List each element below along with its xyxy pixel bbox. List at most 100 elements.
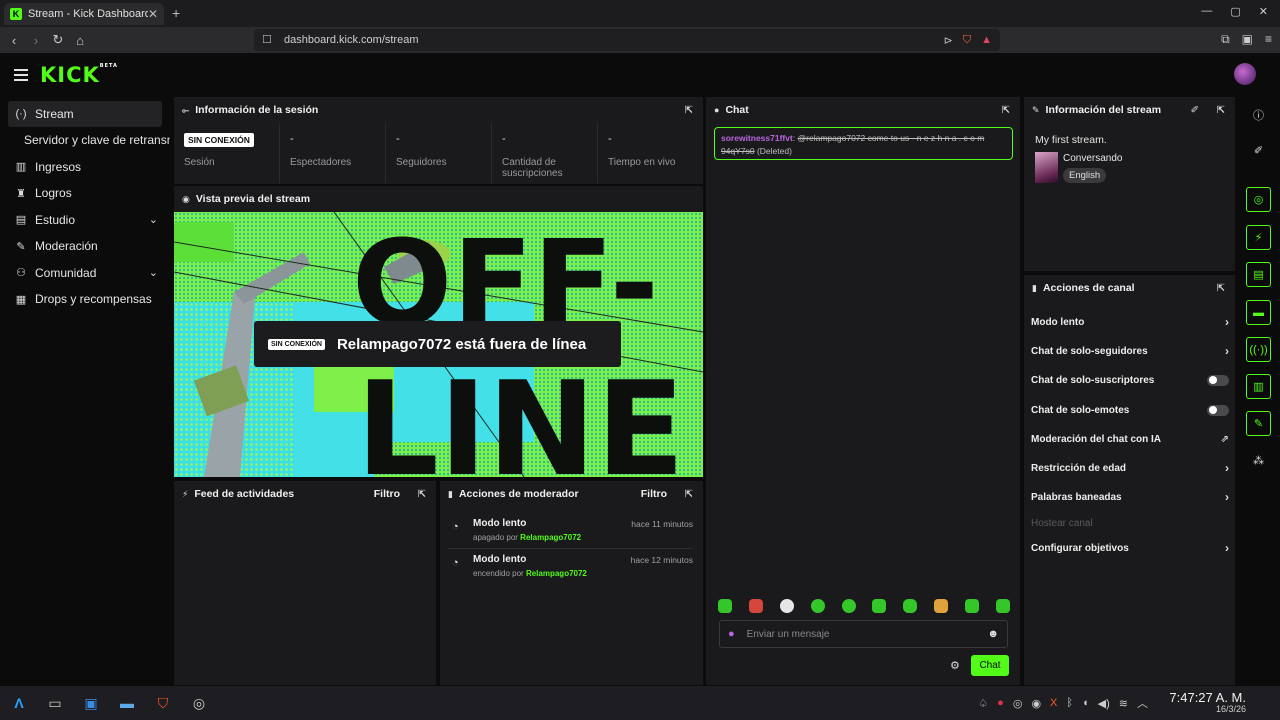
volume-icon[interactable]: ◀) <box>1098 697 1110 710</box>
chat-input[interactable]: ● Enviar un mensaje ☻ <box>719 620 1008 648</box>
panel-icon[interactable]: ▭ <box>44 692 66 714</box>
emote-icon[interactable] <box>748 599 763 613</box>
new-tab-icon[interactable]: + <box>172 5 180 21</box>
action-slow-mode[interactable]: Modo lento › <box>1031 312 1229 332</box>
action-configure-goals[interactable]: Configurar objetivos › <box>1031 538 1229 558</box>
brave-shield-icon[interactable]: ⛉ <box>963 34 971 47</box>
layout-icon[interactable]: ▥ <box>1246 374 1271 399</box>
sidebar-item-achievements[interactable]: ♜ Logros <box>0 180 170 207</box>
chat-bubble-icon[interactable]: ▬ <box>1246 300 1271 325</box>
action-followers-only[interactable]: Chat de solo-seguidores › <box>1031 341 1229 361</box>
action-label: Palabras baneadas <box>1031 491 1122 503</box>
wrench-icon[interactable]: ✎ <box>1246 411 1271 436</box>
sidebar-item-stream[interactable]: (·) Stream <box>8 101 162 127</box>
emotes-only-toggle[interactable] <box>1207 404 1229 416</box>
filter-button[interactable]: Filtro <box>641 488 667 500</box>
microphone-icon[interactable]: ◖ <box>1082 697 1089 709</box>
emote-icon[interactable] <box>872 599 887 613</box>
send-chat-button[interactable]: Chat <box>971 655 1009 676</box>
snail-icon: ◔ <box>452 521 459 533</box>
home-icon[interactable]: ⌂ <box>70 33 90 48</box>
mod-action-user[interactable]: Relampago7072 <box>520 533 581 542</box>
emote-icon[interactable] <box>841 599 856 613</box>
sidebar-item-studio[interactable]: ▤ Estudio ⌄ <box>0 207 170 234</box>
target-icon[interactable]: ◎ <box>1246 187 1271 212</box>
user-avatar[interactable] <box>1234 63 1256 85</box>
popout-icon[interactable]: ⇱ <box>1217 283 1225 294</box>
back-icon[interactable]: ‹ <box>4 33 24 48</box>
clock[interactable]: 7:47:27 A. M. 16/3/26 <box>1169 690 1246 714</box>
sidebar-item-drops[interactable]: ▦ Drops y recompensas <box>0 286 170 313</box>
extensions-icon[interactable]: ⧉ <box>1221 32 1230 47</box>
popout-icon[interactable]: ⇱ <box>685 489 693 500</box>
bolt-icon[interactable]: ⚡ <box>1246 225 1271 250</box>
emote-icon[interactable] <box>903 599 918 613</box>
microphone-icon[interactable]: ● <box>728 628 735 640</box>
chat-message[interactable]: sorewitness71ffvt: @relampago7072 come t… <box>714 127 1013 160</box>
action-label: Hostear canal <box>1031 517 1093 529</box>
stat-subscriptions: - Cantidad de suscripciones <box>492 123 598 183</box>
close-window-icon[interactable]: ✕ <box>1259 5 1268 18</box>
chat-settings-icon[interactable]: ⚙ <box>950 659 960 672</box>
obs-tray-icon[interactable]: ◎ <box>1013 697 1023 710</box>
files-icon[interactable]: ▬ <box>116 692 138 714</box>
mod-action-user[interactable]: Relampago7072 <box>526 569 587 578</box>
emote-icon[interactable] <box>718 599 732 613</box>
popout-icon[interactable]: ⇱ <box>418 489 426 500</box>
sidebar-item-moderation[interactable]: ✎ Moderación <box>0 233 170 260</box>
chevron-up-icon[interactable]: ︿ <box>1137 695 1148 711</box>
bookmark-icon[interactable]: ☐ <box>262 33 272 46</box>
address-bar[interactable]: ☐ dashboard.kick.com/stream ⊳ ⛉ ▲ <box>254 29 1000 51</box>
chat-username[interactable]: sorewitness71ffvt <box>721 133 793 143</box>
emote-icon[interactable] <box>779 599 794 613</box>
share-icon[interactable]: ⊳ <box>944 34 953 47</box>
forward-icon[interactable]: › <box>26 33 46 48</box>
document-icon[interactable]: ▤ <box>1246 262 1271 287</box>
action-ai-moderation[interactable]: Moderación del chat con IA ⇗ <box>1031 429 1229 449</box>
record-icon[interactable]: ● <box>997 697 1004 709</box>
store-icon[interactable]: ▣ <box>80 692 102 714</box>
sidebar-item-income[interactable]: ▥ Ingresos <box>0 154 170 181</box>
wallet-icon[interactable]: ▣ <box>1242 32 1253 47</box>
close-tab-icon[interactable]: ✕ <box>148 7 158 21</box>
mod-action-detail: encendido por Relampago7072 <box>473 569 587 578</box>
stream-category[interactable]: Conversando <box>1063 153 1122 164</box>
xampp-icon[interactable]: X <box>1050 697 1057 709</box>
obs-icon[interactable]: ◎ <box>188 692 210 714</box>
emoji-icon[interactable]: ☻ <box>987 628 999 640</box>
action-banned-words[interactable]: Palabras baneadas › <box>1031 487 1229 507</box>
hamburger-menu-icon[interactable] <box>14 69 28 84</box>
stat-label: Tiempo en vivo <box>608 157 676 168</box>
maximize-icon[interactable]: ▢ <box>1230 5 1240 18</box>
eye-icon: ◉ <box>182 193 190 204</box>
emote-icon[interactable] <box>934 599 949 613</box>
info-icon[interactable]: ⓘ <box>1246 102 1271 127</box>
broadcast-icon[interactable]: ((·)) <box>1246 337 1271 362</box>
bluetooth-icon[interactable]: ᛒ <box>1066 697 1073 709</box>
sidebar-item-community[interactable]: ⚇ Comunidad ⌄ <box>0 260 170 287</box>
wifi-icon[interactable]: ≋ <box>1119 697 1128 710</box>
reload-icon[interactable]: ↻ <box>48 32 68 48</box>
kick-logo[interactable]: KICKBETA <box>40 63 118 87</box>
popout-icon[interactable]: ⇱ <box>1002 105 1010 116</box>
subscribers-only-toggle[interactable] <box>1207 374 1229 386</box>
launcher-icon[interactable]: Λ <box>8 692 30 714</box>
browser-tab[interactable]: K Stream - Kick Dashboard ✕ <box>4 3 164 25</box>
emote-icon[interactable] <box>965 599 979 613</box>
brave-browser-icon[interactable]: ⛉ <box>152 692 174 714</box>
notification-icon[interactable]: ♤ <box>978 697 988 710</box>
popout-icon[interactable]: ⇱ <box>685 105 693 116</box>
rewards-icon[interactable]: ▲ <box>981 34 992 46</box>
action-age-restriction[interactable]: Restricción de edad › <box>1031 458 1229 478</box>
sidebar-item-server-key[interactable]: Servidor y clave de retransmisión <box>0 127 170 154</box>
edit-icon[interactable]: ✐ <box>1191 105 1199 116</box>
menu-icon[interactable]: ≡ <box>1265 32 1272 47</box>
steam-icon[interactable]: ◉ <box>1031 697 1041 710</box>
emote-icon[interactable] <box>810 599 825 613</box>
edit-icon[interactable]: ✐ <box>1246 138 1271 163</box>
emote-icon[interactable] <box>995 599 1010 613</box>
filter-button[interactable]: Filtro <box>374 488 400 500</box>
nodes-icon[interactable]: ⁂ <box>1246 448 1271 473</box>
popout-icon[interactable]: ⇱ <box>1217 105 1225 116</box>
minimize-icon[interactable]: — <box>1201 5 1212 18</box>
